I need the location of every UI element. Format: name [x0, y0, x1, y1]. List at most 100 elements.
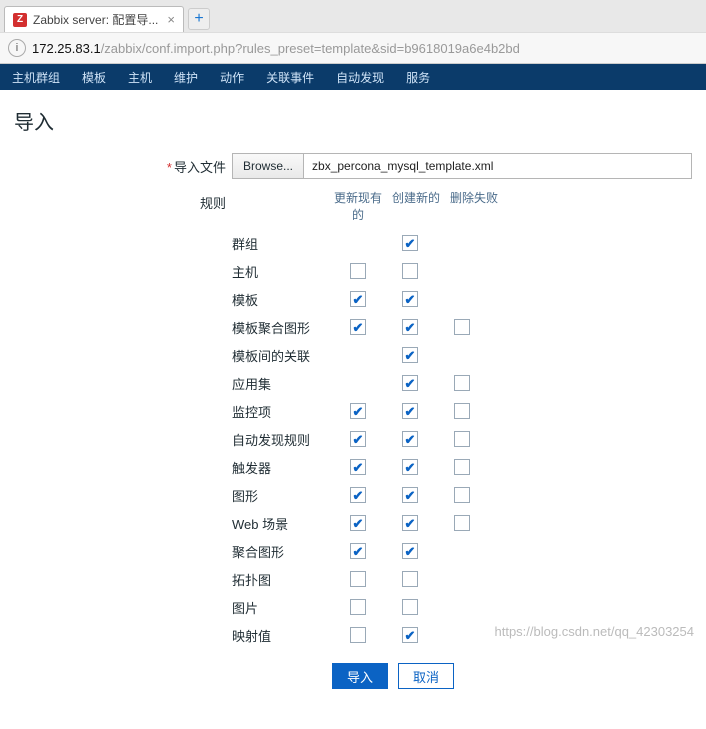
col-delete: 删除失败 [448, 189, 500, 223]
update-checkbox[interactable] [350, 403, 366, 419]
update-checkbox[interactable] [350, 459, 366, 475]
nav-item[interactable]: 模板 [82, 69, 106, 86]
delete-checkbox[interactable] [454, 403, 470, 419]
delete-checkbox[interactable] [454, 515, 470, 531]
checkbox-cell [384, 319, 436, 335]
checkbox-cell [384, 459, 436, 475]
rules-row: 触发器 [232, 453, 500, 481]
checkbox-cell [384, 403, 436, 419]
tab-title: Zabbix server: 配置导... [33, 11, 158, 28]
checkbox-cell [436, 403, 488, 419]
create-checkbox[interactable] [402, 375, 418, 391]
create-checkbox[interactable] [402, 403, 418, 419]
file-label: *导入文件 [162, 153, 232, 176]
nav-item[interactable]: 关联事件 [266, 69, 314, 86]
create-checkbox[interactable] [402, 431, 418, 447]
create-checkbox[interactable] [402, 599, 418, 615]
url-box[interactable]: 172.25.83.1/zabbix/conf.import.php?rules… [32, 41, 698, 56]
create-checkbox[interactable] [402, 571, 418, 587]
nav-item[interactable]: 主机群组 [12, 69, 60, 86]
checkbox-cell [436, 375, 488, 391]
update-checkbox[interactable] [350, 487, 366, 503]
nav-item[interactable]: 动作 [220, 69, 244, 86]
create-checkbox[interactable] [402, 627, 418, 643]
rules-table: 更新现有的 创建新的 删除失败 群组主机模板模板聚合图形模板间的关联应用集监控项… [232, 189, 500, 689]
import-button[interactable]: 导入 [332, 663, 388, 689]
create-checkbox[interactable] [402, 291, 418, 307]
checkbox-cell [332, 599, 384, 615]
nav-item[interactable]: 自动发现 [336, 69, 384, 86]
checkbox-cell [384, 375, 436, 391]
rule-label: 主机 [232, 262, 332, 281]
rules-row: 图片 [232, 593, 500, 621]
checkbox-cell [384, 571, 436, 587]
checkbox-cell [384, 431, 436, 447]
update-checkbox[interactable] [350, 599, 366, 615]
rules-row: 监控项 [232, 397, 500, 425]
rule-label: 图片 [232, 598, 332, 617]
create-checkbox[interactable] [402, 263, 418, 279]
create-checkbox[interactable] [402, 235, 418, 251]
delete-checkbox[interactable] [454, 319, 470, 335]
file-row: *导入文件 Browse... zbx_percona_mysql_templa… [162, 153, 694, 179]
rules-row: 聚合图形 [232, 537, 500, 565]
create-checkbox[interactable] [402, 543, 418, 559]
checkbox-cell [384, 263, 436, 279]
checkbox-cell [384, 515, 436, 531]
delete-checkbox[interactable] [454, 431, 470, 447]
delete-checkbox[interactable] [454, 459, 470, 475]
update-checkbox[interactable] [350, 515, 366, 531]
rule-label: 聚合图形 [232, 542, 332, 561]
update-checkbox[interactable] [350, 431, 366, 447]
browser-tab[interactable]: Z Zabbix server: 配置导... × [4, 6, 184, 32]
button-row: 导入 取消 [232, 663, 500, 689]
checkbox-cell [436, 319, 488, 335]
browse-button[interactable]: Browse... [233, 154, 304, 178]
create-checkbox[interactable] [402, 319, 418, 335]
file-input[interactable]: Browse... zbx_percona_mysql_template.xml [232, 153, 692, 179]
rules-row: 模板间的关联 [232, 341, 500, 369]
top-nav: 主机群组 模板 主机 维护 动作 关联事件 自动发现 服务 [0, 64, 706, 90]
update-checkbox[interactable] [350, 291, 366, 307]
rules-row: 模板 [232, 285, 500, 313]
cancel-button[interactable]: 取消 [398, 663, 454, 689]
checkbox-cell [332, 403, 384, 419]
nav-item[interactable]: 服务 [406, 69, 430, 86]
checkbox-cell [384, 543, 436, 559]
address-bar: i 172.25.83.1/zabbix/conf.import.php?rul… [0, 32, 706, 63]
checkbox-cell [384, 235, 436, 251]
checkbox-cell [332, 319, 384, 335]
col-update: 更新现有的 [332, 189, 384, 223]
page-title: 导入 [14, 106, 694, 135]
zabbix-favicon: Z [13, 13, 27, 27]
rule-label: 拓扑图 [232, 570, 332, 589]
import-form: *导入文件 Browse... zbx_percona_mysql_templa… [12, 153, 694, 689]
new-tab-button[interactable]: + [188, 8, 210, 30]
create-checkbox[interactable] [402, 487, 418, 503]
update-checkbox[interactable] [350, 319, 366, 335]
checkbox-cell [332, 459, 384, 475]
delete-checkbox[interactable] [454, 487, 470, 503]
update-checkbox[interactable] [350, 571, 366, 587]
nav-item[interactable]: 维护 [174, 69, 198, 86]
create-checkbox[interactable] [402, 347, 418, 363]
rules-row: 自动发现规则 [232, 425, 500, 453]
rules-row: 映射值 [232, 621, 500, 649]
checkbox-cell [332, 291, 384, 307]
rules-row: 规则 更新现有的 创建新的 删除失败 群组主机模板模板聚合图形模板间的关联应用集… [162, 189, 694, 689]
rules-row: 拓扑图 [232, 565, 500, 593]
rules-row: 应用集 [232, 369, 500, 397]
update-checkbox[interactable] [350, 543, 366, 559]
rule-label: 模板聚合图形 [232, 318, 332, 337]
checkbox-cell [384, 347, 436, 363]
update-checkbox[interactable] [350, 627, 366, 643]
create-checkbox[interactable] [402, 515, 418, 531]
rule-label: 监控项 [232, 402, 332, 421]
close-icon[interactable]: × [167, 12, 175, 27]
nav-item[interactable]: 主机 [128, 69, 152, 86]
info-icon[interactable]: i [8, 39, 26, 57]
rules-row: 图形 [232, 481, 500, 509]
update-checkbox[interactable] [350, 263, 366, 279]
delete-checkbox[interactable] [454, 375, 470, 391]
create-checkbox[interactable] [402, 459, 418, 475]
